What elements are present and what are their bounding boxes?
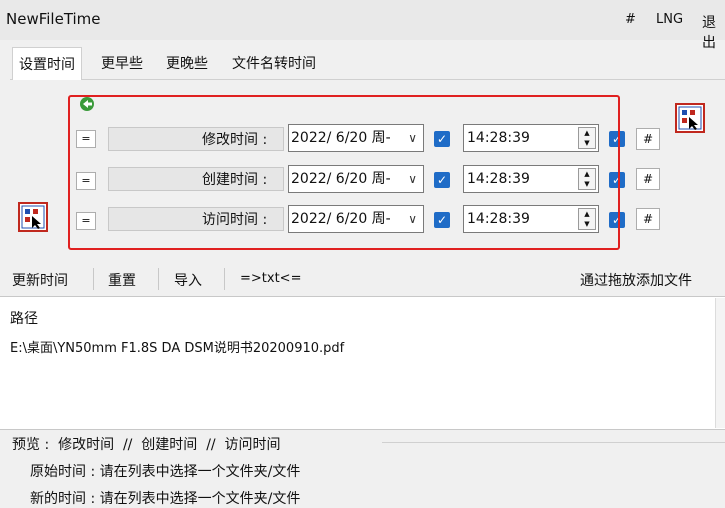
reset-button[interactable]: 重置 <box>108 270 136 290</box>
modified-hash-button[interactable]: # <box>636 128 660 150</box>
tab-set-time[interactable]: 设置时间 <box>12 47 82 80</box>
list-item[interactable]: E:\桌面\YN50mm F1.8S DA DSM说明书20200910.pdf <box>10 337 344 356</box>
original-time-label: 原始时间 : 请在列表中选择一个文件夹/文件 <box>30 464 301 480</box>
txt-export-button[interactable]: =>txt<= <box>240 271 301 286</box>
hash-menu[interactable]: # <box>625 12 636 27</box>
created-hash-button[interactable]: # <box>636 168 660 190</box>
drag-add-files-button[interactable]: 通过拖放添加文件 <box>580 270 692 290</box>
app-right-icon[interactable] <box>675 103 705 133</box>
import-button[interactable]: 导入 <box>174 270 202 290</box>
calendar-cursor-icon <box>678 106 702 130</box>
update-time-button[interactable]: 更新时间 <box>12 270 68 290</box>
tab-earlier[interactable]: 更早些 <box>95 50 149 78</box>
preview-divider <box>382 442 725 443</box>
accessed-hash-button[interactable]: # <box>636 208 660 230</box>
list-scrollbar[interactable] <box>715 298 725 428</box>
tab-later[interactable]: 更晚些 <box>160 50 214 78</box>
toolbar-separator <box>158 268 159 290</box>
toolbar-separator <box>93 268 94 290</box>
language-menu[interactable]: LNG <box>656 12 683 27</box>
exit-menu[interactable]: 退出 <box>702 12 725 52</box>
calendar-cursor-icon <box>21 205 45 229</box>
app-left-icon[interactable] <box>18 202 48 232</box>
file-list[interactable] <box>0 296 725 430</box>
highlight-box <box>68 95 620 250</box>
toolbar-separator <box>224 268 225 290</box>
preview-header: 预览 : 修改时间 // 创建时间 // 访问时间 <box>12 437 281 453</box>
title-bar <box>0 0 725 40</box>
new-time-label: 新的时间 : 请在列表中选择一个文件夹/文件 <box>30 491 301 507</box>
window-title: NewFileTime <box>6 10 101 28</box>
path-column-header: 路径 <box>10 311 38 327</box>
tab-filename-to-time[interactable]: 文件名转时间 <box>226 50 322 78</box>
